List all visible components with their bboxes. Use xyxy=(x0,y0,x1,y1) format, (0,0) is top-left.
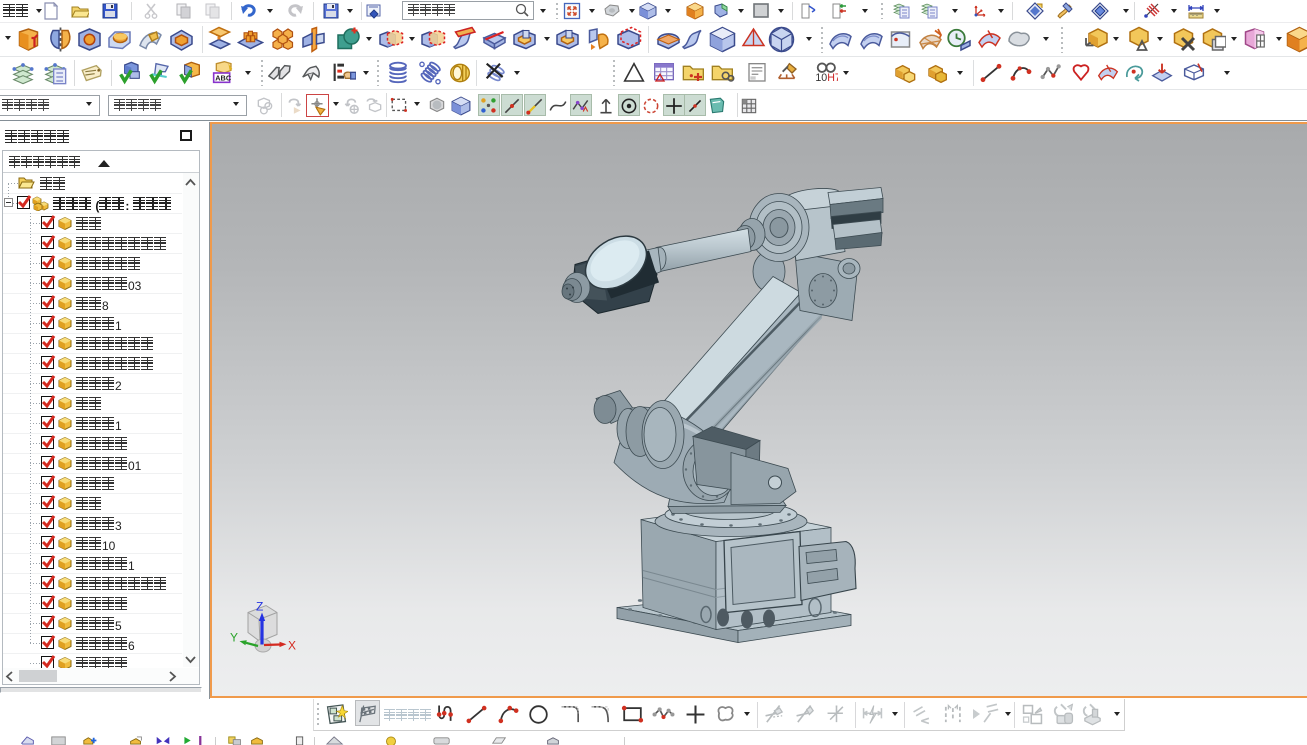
svg-text:10H7: 10H7 xyxy=(815,72,838,84)
svg-text:Z: Z xyxy=(256,599,263,613)
svg-text:ABC: ABC xyxy=(215,74,232,83)
svg-text:Y: Y xyxy=(230,630,238,644)
svg-text:X: X xyxy=(288,638,296,652)
